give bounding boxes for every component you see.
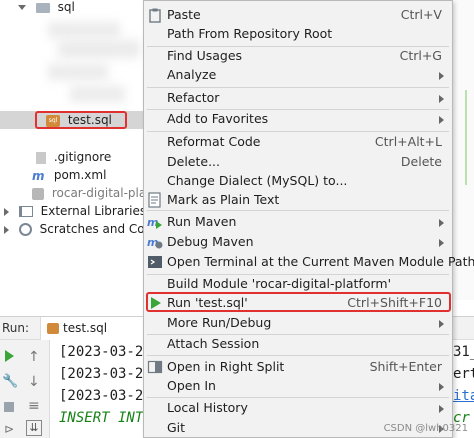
menu-item-reformat-code[interactable]: Reformat Code Ctrl+Alt+L — [144, 131, 452, 153]
terminal-icon — [147, 254, 163, 270]
plain-text-icon — [147, 192, 163, 208]
blurred-content — [58, 40, 140, 58]
menu-item-mark-as-plain-text[interactable]: Mark as Plain Text — [144, 189, 452, 211]
highlight-box-run-test-sql — [146, 292, 451, 312]
clipboard-icon — [147, 7, 163, 23]
highlight-box-test-sql — [35, 111, 127, 129]
console-fragment: ita — [453, 388, 474, 404]
tree-item-sql-folder[interactable]: sql — [18, 0, 75, 16]
menu-item-more-run-debug[interactable]: More Run/Debug — [144, 312, 452, 334]
stop-icon[interactable] — [4, 402, 14, 412]
submenu-arrow-icon — [439, 405, 444, 413]
module-file-icon — [32, 187, 44, 200]
menu-item-attach-session[interactable]: Attach Session — [144, 333, 452, 355]
console-line: INSERT INTO — [59, 410, 152, 426]
tree-item-external-libraries[interactable]: External Libraries — [4, 202, 146, 220]
arrow-up-icon[interactable]: ↑ — [28, 350, 40, 364]
soft-wrap-icon[interactable]: ≡ — [28, 398, 40, 414]
tree-item-label: External Libraries — [40, 204, 147, 218]
tree-item-module[interactable]: rocar-digital-platf — [32, 184, 155, 202]
console-line: [2023-03-29 — [59, 366, 152, 382]
blurred-content — [48, 22, 120, 38]
wrench-icon[interactable]: 🔧 — [2, 374, 18, 389]
maven-run-icon: m — [147, 214, 163, 230]
file-icon — [36, 151, 46, 164]
menu-item-local-history[interactable]: Local History — [144, 397, 452, 419]
split-right-icon — [147, 359, 163, 375]
menu-item-add-to-favorites[interactable]: Add to Favorites — [144, 108, 452, 130]
menu-item-open-in[interactable]: Open In — [144, 375, 452, 397]
tree-item-label: pom.xml — [53, 168, 107, 182]
tree-item-label: .gitignore — [53, 150, 112, 164]
blurred-content — [48, 64, 108, 80]
submenu-arrow-icon — [439, 219, 444, 227]
menu-item-debug-maven[interactable]: m Debug Maven — [144, 231, 452, 253]
watermark: CSDN @lwh0321 — [383, 423, 468, 434]
library-icon — [18, 206, 33, 217]
console-fragment: 31_ — [453, 344, 474, 360]
submenu-arrow-icon — [439, 95, 444, 103]
menu-item-path-from-repository-root[interactable]: Path From Repository Root — [144, 23, 452, 45]
submenu-arrow-icon — [439, 116, 444, 124]
scratches-icon — [18, 223, 32, 236]
project-tree: sql sql test.sql .gitignore m pom.xml ro… — [0, 0, 166, 300]
tree-item-scratches[interactable]: Scratches and Conso — [4, 220, 166, 238]
sql-file-icon — [47, 323, 59, 334]
submenu-arrow-icon — [439, 320, 444, 328]
scroll-end-icon[interactable]: ⇊ — [26, 420, 42, 436]
run-gutter: ↑ 🔧 ↓ ≡ ⊳ ⇊ — [0, 340, 50, 438]
vcs-change-marker — [465, 90, 467, 185]
menu-item-refactor[interactable]: Refactor — [144, 87, 452, 109]
run-tab-label: test.sql — [63, 321, 108, 335]
tree-item-label: sql — [57, 0, 75, 14]
blurred-content — [70, 86, 125, 102]
submenu-arrow-icon — [439, 383, 444, 391]
chevron-right-icon[interactable] — [4, 225, 9, 234]
console-line: [2023-03-29 — [59, 388, 152, 404]
rerun-icon[interactable] — [5, 350, 14, 362]
run-label: Run: — [2, 321, 30, 335]
run-tab[interactable]: test.sql — [40, 317, 144, 340]
maven-icon: m — [32, 168, 45, 183]
menu-item-open-terminal-maven[interactable]: Open Terminal at the Current Maven Modul… — [144, 251, 474, 273]
menu-item-run-maven[interactable]: m Run Maven — [144, 211, 452, 233]
submenu-arrow-icon — [439, 239, 444, 247]
menu-item-analyze[interactable]: Analyze — [144, 64, 452, 86]
context-menu: Paste Ctrl+V Path From Repository Root F… — [143, 0, 474, 438]
console-fragment: ert — [453, 366, 474, 382]
maven-debug-icon: m — [147, 234, 163, 250]
folder-icon — [35, 2, 50, 13]
chevron-right-icon[interactable] — [4, 207, 9, 216]
tree-item-gitignore[interactable]: .gitignore — [36, 148, 111, 166]
chevron-down-icon[interactable] — [18, 5, 26, 10]
pin-icon[interactable]: ⊳ — [4, 422, 14, 436]
tree-item-pom[interactable]: m pom.xml — [32, 166, 106, 184]
tree-item-label: rocar-digital-platf — [51, 186, 156, 200]
console-line: [2023-03-29 — [59, 344, 152, 360]
submenu-arrow-icon — [439, 72, 444, 80]
arrow-down-icon[interactable]: ↓ — [28, 374, 40, 390]
